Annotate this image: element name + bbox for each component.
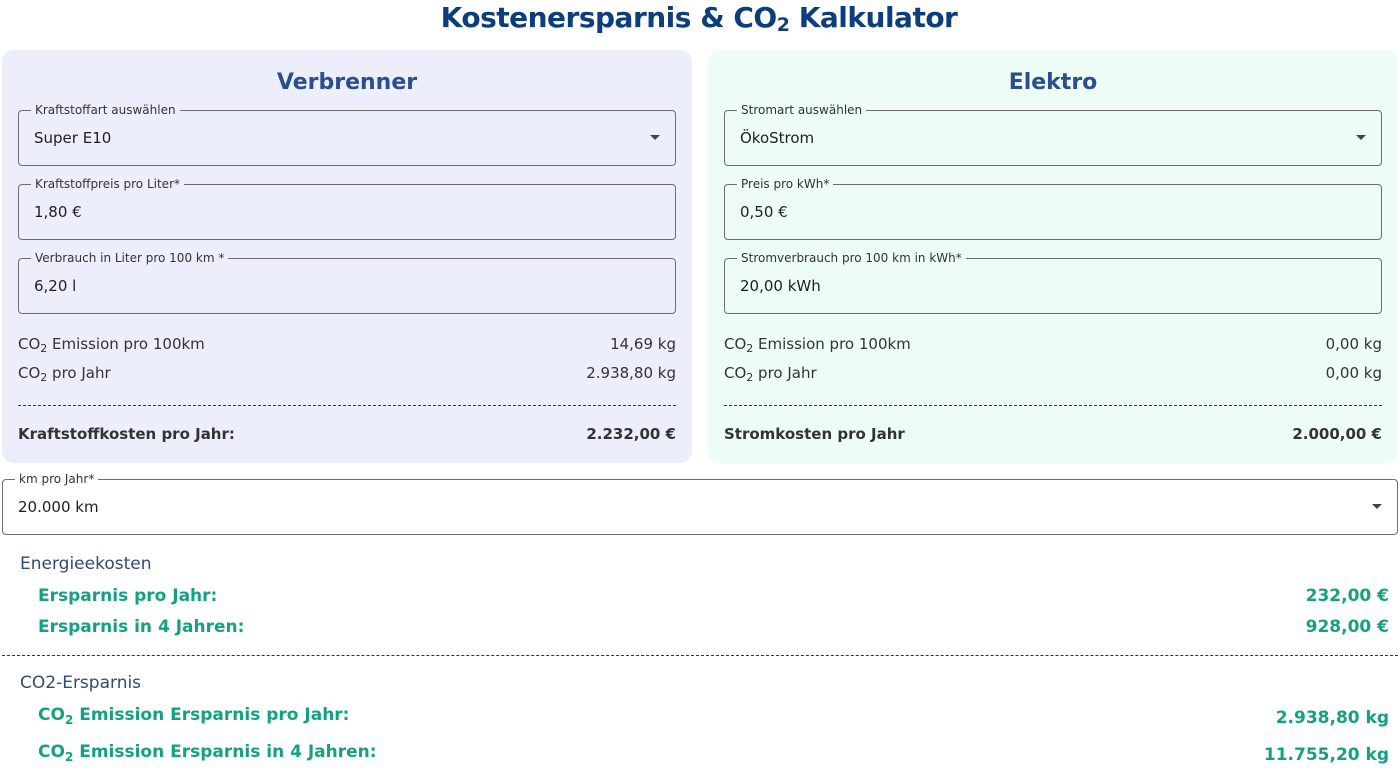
fuel-price-input[interactable]: Kraftstoffpreis pro Liter* 1,80 € <box>18 177 676 240</box>
savings-per-year-value: 232,00 € <box>1305 586 1389 606</box>
co2-savings-heading: CO2-Ersparnis <box>20 673 142 693</box>
ev-co2-per-100km-value: 0,00 kg <box>1325 335 1382 353</box>
power-consumption-value: 20,00 kWh <box>740 277 821 295</box>
fuel-type-label: Kraftstoffart auswählen <box>31 103 180 117</box>
km-per-year-select[interactable]: km pro Jahr* 20.000 km <box>2 472 1398 535</box>
kwh-price-label: Preis pro kWh* <box>737 177 834 191</box>
ice-co2-per-year-label: CO2 pro Jahr <box>18 364 111 384</box>
kwh-price-value: 0,50 € <box>740 203 788 221</box>
fuel-consumption-value: 6,20 l <box>34 277 77 295</box>
kwh-price-input[interactable]: Preis pro kWh* 0,50 € <box>724 177 1382 240</box>
savings-four-years-value: 928,00 € <box>1305 617 1389 637</box>
power-consumption-label: Stromverbrauch pro 100 km in kWh* <box>737 251 966 265</box>
power-type-label: Stromart auswählen <box>737 103 867 117</box>
ice-co2-per-100km-value: 14,69 kg <box>610 335 676 353</box>
elektro-title: Elektro <box>1008 70 1098 95</box>
co2-savings-four-years-value: 11.755,20 kg <box>1263 745 1389 765</box>
energy-cost-heading: Energieekosten <box>20 554 152 574</box>
ev-co2-per-100km-label: CO2 Emission pro 100km <box>724 335 911 355</box>
fuel-type-select[interactable]: Kraftstoffart auswählen Super E10 <box>18 103 676 166</box>
caret-down-icon <box>650 135 660 140</box>
ev-co2-per-year-label: CO2 pro Jahr <box>724 364 817 384</box>
verbrenner-title: Verbrenner <box>276 70 418 95</box>
co2-savings-per-year-value: 2.938,80 kg <box>1275 708 1389 728</box>
caret-down-icon <box>1372 504 1382 509</box>
co2-savings-per-year-label: CO2 Emission Ersparnis pro Jahr: <box>38 705 350 727</box>
ev-divider <box>724 405 1382 406</box>
power-consumption-input[interactable]: Stromverbrauch pro 100 km in kWh* 20,00 … <box>724 251 1382 314</box>
km-per-year-value: 20.000 km <box>18 498 99 516</box>
fuel-type-value: Super E10 <box>34 129 112 147</box>
fuel-consumption-label: Verbrauch in Liter pro 100 km * <box>31 251 229 265</box>
power-type-value: ÖkoStrom <box>740 129 815 147</box>
verbrenner-card: Verbrenner Kraftstoffart auswählen Super… <box>2 50 692 463</box>
section-divider <box>2 655 1398 656</box>
savings-per-year-label: Ersparnis pro Jahr: <box>38 586 218 606</box>
fuel-cost-total-value: 2.232,00 € <box>586 425 676 443</box>
elektro-card: Elektro Stromart auswählen ÖkoStrom Prei… <box>708 50 1398 463</box>
fuel-consumption-input[interactable]: Verbrauch in Liter pro 100 km * 6,20 l <box>18 251 676 314</box>
ice-co2-per-100km-label: CO2 Emission pro 100km <box>18 335 205 355</box>
km-per-year-label: km pro Jahr* <box>15 472 99 486</box>
fuel-price-value: 1,80 € <box>34 203 82 221</box>
ice-divider <box>18 405 676 406</box>
caret-down-icon <box>1356 135 1366 140</box>
fuel-cost-total-label: Kraftstoffkosten pro Jahr: <box>18 425 235 443</box>
page-title: Kostenersparnis & CO2 Kalkulator <box>440 1 958 36</box>
ice-co2-per-year-value: 2.938,80 kg <box>586 364 676 382</box>
power-cost-total-value: 2.000,00 € <box>1292 425 1382 443</box>
power-type-select[interactable]: Stromart auswählen ÖkoStrom <box>724 103 1382 166</box>
ev-co2-per-year-value: 0,00 kg <box>1325 364 1382 382</box>
savings-four-years-label: Ersparnis in 4 Jahren: <box>38 617 245 637</box>
power-cost-total-label: Stromkosten pro Jahr <box>724 425 905 443</box>
fuel-price-label: Kraftstoffpreis pro Liter* <box>31 177 184 191</box>
co2-savings-four-years-label: CO2 Emission Ersparnis in 4 Jahren: <box>38 742 377 764</box>
